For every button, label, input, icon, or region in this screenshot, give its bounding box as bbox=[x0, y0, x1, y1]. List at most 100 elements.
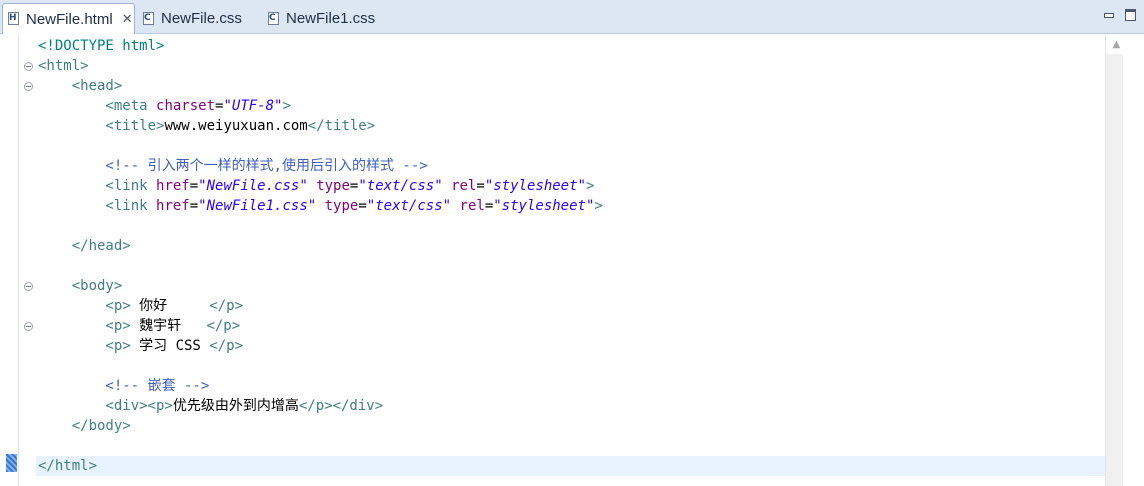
code-line[interactable]: <!-- 嵌套 --> bbox=[36, 376, 1105, 396]
code-token: </p> bbox=[209, 338, 244, 354]
code-line[interactable] bbox=[36, 256, 1105, 276]
tab-label: NewFile.html bbox=[26, 10, 113, 28]
code-token: 魏宇轩 bbox=[130, 318, 207, 334]
code-token: rel bbox=[451, 178, 477, 194]
code-line[interactable] bbox=[36, 216, 1105, 236]
code-line[interactable]: <head> bbox=[36, 76, 1105, 96]
code-line[interactable]: <!-- 引入两个一样的样式,使用后引入的样式 --> bbox=[36, 156, 1105, 176]
code-line[interactable]: <html> bbox=[36, 56, 1105, 76]
tab-label: NewFile1.css bbox=[286, 10, 376, 27]
scroll-up-icon[interactable]: ▲ bbox=[1111, 40, 1122, 50]
code-token: <link bbox=[38, 178, 157, 194]
code-token: href bbox=[156, 198, 190, 214]
code-token: <link bbox=[38, 198, 157, 214]
html-file-icon: H bbox=[7, 12, 21, 26]
code-token: </p> bbox=[209, 298, 244, 314]
code-token: <!-- 引入两个一样的样式,使用后引入的样式 --> bbox=[38, 158, 428, 174]
tab-newfile-css[interactable]: C NewFile.css bbox=[138, 3, 263, 34]
code-token: <p> bbox=[38, 338, 131, 354]
code-line[interactable]: <p> 学习 CSS </p> bbox=[36, 336, 1105, 356]
code-line[interactable] bbox=[36, 136, 1105, 156]
fold-toggle-icon[interactable] bbox=[24, 62, 33, 71]
code-line[interactable]: </html> bbox=[36, 456, 1105, 476]
code-token: </title> bbox=[307, 118, 376, 134]
code-line[interactable]: <p> 魏宇轩 </p> bbox=[36, 316, 1105, 336]
code-token: <!-- 嵌套 --> bbox=[38, 378, 210, 394]
fold-toggle-icon[interactable] bbox=[24, 322, 33, 331]
code-token: <meta bbox=[38, 98, 157, 114]
code-token: </body> bbox=[38, 418, 131, 434]
code-token: </head> bbox=[38, 238, 131, 254]
code-token: "text/css" bbox=[358, 178, 443, 194]
maximize-icon[interactable] bbox=[1124, 8, 1136, 21]
code-token: <head> bbox=[38, 78, 123, 94]
code-token: <body> bbox=[38, 278, 123, 294]
code-token: "stylesheet" bbox=[493, 198, 595, 214]
code-line[interactable]: <p> 你好 </p> bbox=[36, 296, 1105, 316]
annotation-ruler bbox=[0, 34, 19, 486]
code-token: = bbox=[189, 198, 199, 214]
tab-newfile1-css[interactable]: C NewFile1.css bbox=[263, 3, 388, 34]
code-line[interactable] bbox=[36, 436, 1105, 456]
code-line[interactable]: <link href="NewFile1.css" type="text/css… bbox=[36, 196, 1105, 216]
code-line[interactable]: <body> bbox=[36, 276, 1105, 296]
code-token: "stylesheet" bbox=[484, 178, 586, 194]
code-line[interactable]: <div><p>优先级由外到内增高</p></div> bbox=[36, 396, 1105, 416]
fold-toggle-icon[interactable] bbox=[24, 282, 33, 291]
code-token: = bbox=[484, 198, 494, 214]
code-token: = bbox=[358, 198, 367, 214]
code-token: <html> bbox=[38, 58, 89, 74]
scroll-track[interactable] bbox=[1106, 54, 1124, 486]
code-token: = bbox=[476, 178, 485, 194]
code-token: > bbox=[594, 198, 603, 214]
vertical-scrollbar[interactable]: ▲ bbox=[1105, 34, 1144, 486]
code-token: rel bbox=[459, 198, 485, 214]
code-token: = bbox=[189, 178, 199, 194]
code-token: > bbox=[282, 98, 291, 114]
code-token: 学习 CSS bbox=[130, 338, 210, 354]
minimize-icon[interactable] bbox=[1102, 8, 1114, 20]
code-token: type bbox=[316, 178, 350, 194]
code-token: <div><p> bbox=[38, 398, 173, 414]
fold-toggle-icon[interactable] bbox=[24, 82, 33, 91]
code-token: </p></div> bbox=[298, 398, 384, 414]
code-token: "NewFile.css" bbox=[198, 178, 308, 194]
tab-newfile-html[interactable]: H NewFile.html ✕ bbox=[2, 3, 135, 34]
code-token: "NewFile1.css" bbox=[198, 198, 317, 214]
code-line[interactable]: <title>www.weiyuxuan.com</title> bbox=[36, 116, 1105, 136]
css-file-icon: C bbox=[142, 11, 156, 26]
code-token: </html> bbox=[38, 458, 98, 474]
code-line[interactable]: <!DOCTYPE html> bbox=[36, 36, 1105, 56]
code-token: <p> bbox=[38, 298, 131, 314]
code-line[interactable]: <link href="NewFile.css" type="text/css"… bbox=[36, 176, 1105, 196]
code-token: </p> bbox=[206, 318, 241, 334]
code-token: > bbox=[585, 178, 595, 194]
code-line[interactable]: <meta charset="UTF-8"> bbox=[36, 96, 1105, 116]
folding-ruler bbox=[18, 34, 36, 486]
code-token: charset bbox=[156, 98, 216, 114]
editor-tab-bar: H NewFile.html ✕ C NewFile.css C NewFile… bbox=[0, 0, 1144, 34]
code-token: "UTF-8" bbox=[223, 98, 283, 114]
css-file-icon: C bbox=[267, 11, 281, 26]
code-token: "text/css" bbox=[366, 198, 452, 214]
code-token: <p> bbox=[38, 318, 131, 334]
tab-label: NewFile.css bbox=[161, 10, 242, 27]
code-token: type bbox=[324, 198, 359, 214]
close-icon[interactable]: ✕ bbox=[122, 11, 133, 27]
code-token: <!DOCTYPE html> bbox=[38, 38, 165, 54]
code-token: href bbox=[156, 178, 190, 194]
code-line[interactable]: </head> bbox=[36, 236, 1105, 256]
code-editor[interactable]: <!DOCTYPE html> <html> <head> <meta chars… bbox=[36, 34, 1105, 486]
code-line[interactable]: </body> bbox=[36, 416, 1105, 436]
code-token: 优先级由外到内增高 bbox=[172, 398, 299, 414]
code-line[interactable] bbox=[36, 356, 1105, 376]
code-token: 你好 bbox=[130, 298, 210, 314]
code-token: www.weiyuxuan.com bbox=[164, 118, 308, 134]
code-token: <title> bbox=[38, 118, 165, 134]
overview-ruler bbox=[1123, 34, 1144, 486]
current-line-marker-icon bbox=[6, 454, 17, 472]
